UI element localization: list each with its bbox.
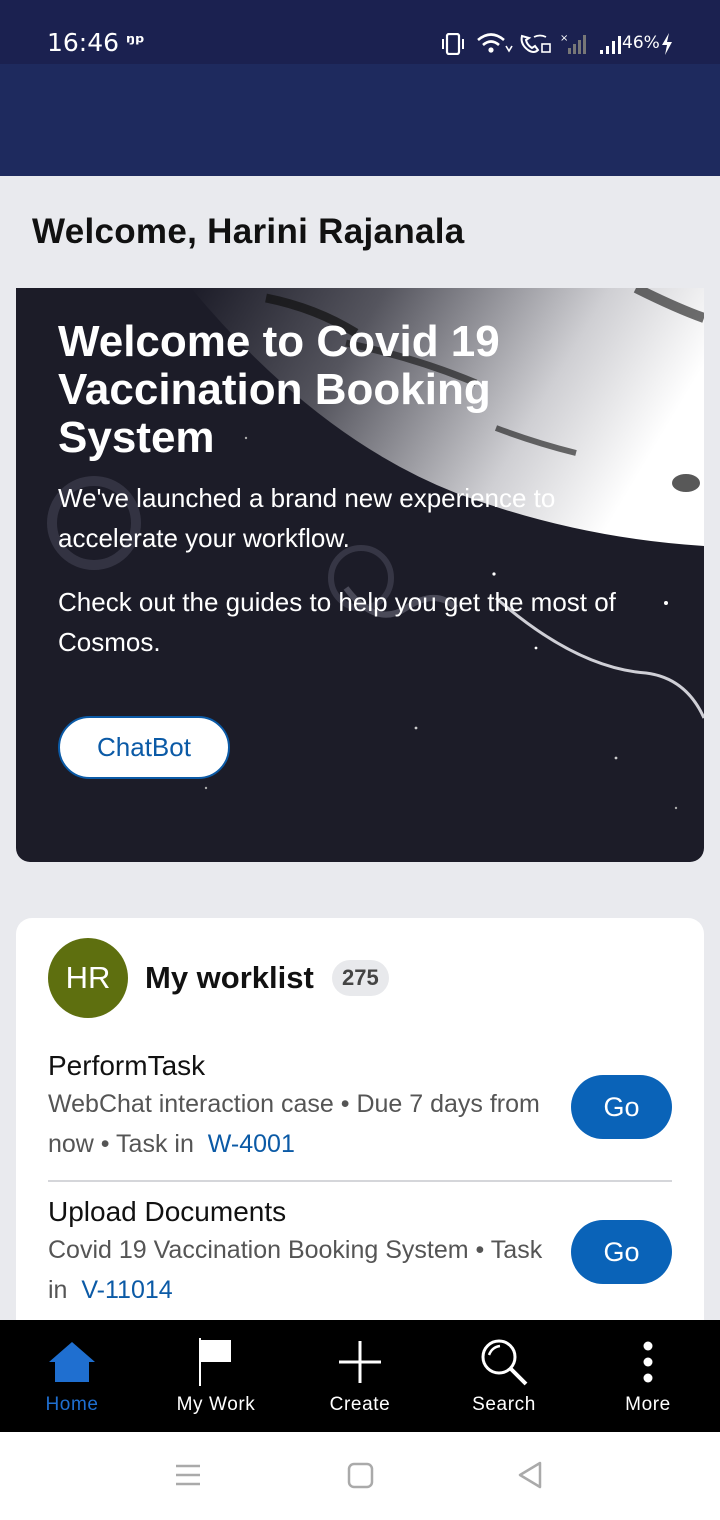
nav-create[interactable]: Create: [288, 1320, 432, 1432]
svg-text:×: ×: [560, 33, 568, 44]
wifi-icon: [477, 33, 513, 53]
worklist-title: My worklist: [145, 960, 314, 995]
go-button[interactable]: Go: [571, 1220, 672, 1284]
back-icon[interactable]: [516, 1460, 544, 1490]
status-bar: 16:46 ᵑᵖ × 46%: [0, 0, 720, 64]
task-title: Upload Documents: [48, 1196, 287, 1227]
hero-guides-text: Check out the guides to help you get the…: [58, 587, 616, 657]
more-vertical-icon: [622, 1338, 674, 1386]
hero-heading: Welcome to Covid 19 Vaccination Booking …: [58, 317, 500, 462]
nav-home[interactable]: Home: [0, 1320, 144, 1432]
go-button[interactable]: Go: [571, 1075, 672, 1139]
flag-icon: [190, 1338, 242, 1386]
nav-my-work[interactable]: My Work: [144, 1320, 288, 1432]
search-icon: [478, 1338, 530, 1386]
task-case-link[interactable]: V-11014: [81, 1276, 172, 1304]
worklist-card: HR My worklist 275 PerformTask WebChat i…: [16, 918, 704, 1338]
nav-label: My Work: [176, 1394, 256, 1415]
worklist-count-badge: 275: [332, 960, 389, 996]
page-title: Welcome, Harini Rajanala: [32, 212, 465, 251]
nav-label: Create: [329, 1394, 391, 1415]
nav-search[interactable]: Search: [432, 1320, 576, 1432]
wifi-calling-icon: [520, 34, 551, 53]
signal-sim2-icon: ×: [560, 33, 586, 54]
nav-label: Search: [472, 1394, 536, 1415]
home-system-icon[interactable]: [347, 1460, 375, 1490]
status-icons: ×: [440, 30, 628, 58]
app-header: [0, 64, 720, 176]
chatbot-button[interactable]: ChatBot: [58, 716, 230, 779]
hero-description: We've launched a brand new experience to…: [58, 483, 556, 553]
charging-icon: [662, 33, 672, 55]
plus-icon: [334, 1338, 386, 1386]
nav-label: More: [625, 1394, 671, 1415]
bottom-nav: Home My Work Create Search More: [0, 1320, 720, 1432]
task-meta: WebChat interaction case • Due 7 days fr…: [48, 1084, 548, 1164]
nav-label: Home: [45, 1394, 99, 1415]
battery-level: 46%: [622, 33, 660, 53]
home-icon: [46, 1338, 98, 1386]
vibrate-icon: [442, 33, 464, 55]
task-title: PerformTask: [48, 1050, 206, 1081]
hero-banner: Welcome to Covid 19 Vaccination Booking …: [16, 288, 704, 862]
recent-apps-icon[interactable]: [174, 1460, 202, 1490]
app-notification-icon: ᵑᵖ: [126, 30, 145, 54]
system-nav-bar: [0, 1432, 720, 1520]
task-meta: Covid 19 Vaccination Booking System • Ta…: [48, 1230, 548, 1310]
status-time: 16:46: [47, 28, 120, 57]
task-case-link[interactable]: W-4001: [208, 1130, 295, 1158]
divider: [48, 1180, 672, 1182]
nav-more[interactable]: More: [576, 1320, 720, 1432]
avatar: HR: [48, 938, 128, 1018]
